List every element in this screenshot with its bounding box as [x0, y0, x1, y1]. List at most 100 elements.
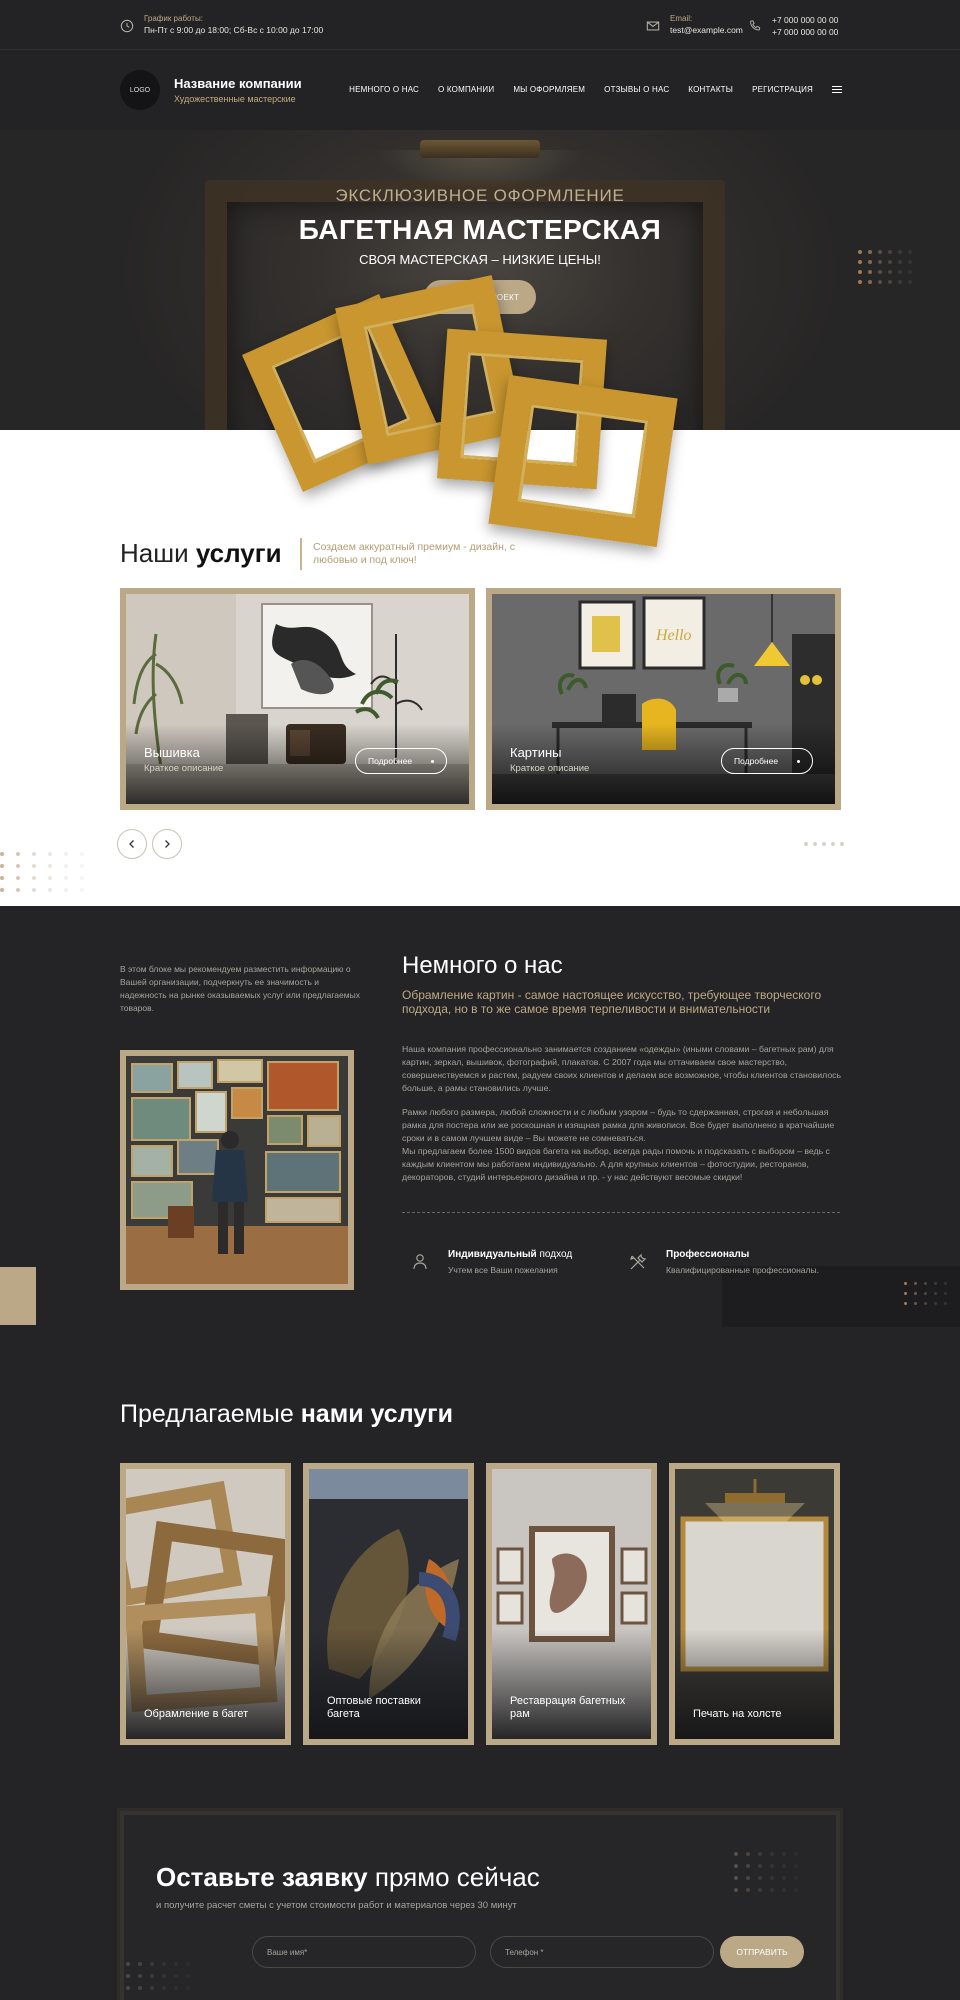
about-dots-decoration: [904, 1282, 947, 1305]
offered-card-canvas-print[interactable]: Печать на холсте: [669, 1463, 840, 1745]
offered-card-title: Печать на холсте: [693, 1708, 782, 1720]
services-note: Создаем аккуратный премиум - дизайн, с л…: [313, 541, 516, 566]
top-bar: График работы: Пн-Пт с 9:00 до 18:00; Сб…: [0, 0, 960, 50]
offered-card-restoration[interactable]: Реставрация багетных рам: [486, 1463, 657, 1745]
nav-about-us[interactable]: НЕМНОГО О НАС: [349, 85, 419, 94]
carousel-prev-button[interactable]: [117, 829, 147, 859]
nav-reviews[interactable]: ОТЗЫВЫ О НАС: [604, 85, 669, 94]
logo[interactable]: LOGO: [120, 70, 160, 110]
email-info: Email: test@example.com: [646, 14, 743, 36]
feature-title: Профессионалы: [666, 1249, 819, 1260]
hero-dots-decoration: [858, 250, 912, 284]
offered-card-framing[interactable]: Обрамление в багет: [120, 1463, 291, 1745]
card-shade: [126, 1629, 285, 1739]
pager-dot[interactable]: [840, 842, 844, 846]
feature-title: Индивидуальный подход: [448, 1249, 572, 1260]
email-label: Email:: [670, 14, 693, 23]
phone-input[interactable]: Телефон *: [490, 1936, 714, 1968]
schedule-info: График работы: Пн-Пт с 9:00 до 18:00; Сб…: [120, 14, 323, 36]
phone-icon: [750, 20, 761, 31]
gold-decor-block: [0, 1267, 36, 1325]
email-link[interactable]: test@example.com: [670, 24, 743, 36]
mail-icon: [646, 21, 660, 31]
name-input[interactable]: Ваше имя*: [252, 1936, 476, 1968]
hero-eyebrow: ЭКСКЛЮЗИВНОЕ ОФОРМЛЕНИЕ: [335, 186, 625, 205]
more-button[interactable]: Подробнее: [721, 748, 813, 774]
about-paragraph-3: Мы предлагаем более 1500 видов багета на…: [402, 1146, 830, 1182]
carousel-pager: [804, 842, 844, 846]
about-side-text: В этом блоке мы рекомендуем разместить и…: [120, 964, 360, 1013]
feature-title-bold: Индивидуальный: [448, 1249, 537, 1260]
about-gallery-image: [120, 1050, 354, 1290]
feature-title-bold: Профессионалы: [666, 1249, 750, 1260]
offered-card-title: Обрамление в багет: [144, 1708, 249, 1720]
pager-dot[interactable]: [813, 842, 817, 846]
hero-subtitle: СВОЯ МАСТЕРСКАЯ – НИЗКИЕ ЦЕНЫ!: [359, 252, 601, 267]
more-button[interactable]: Подробнее: [355, 748, 447, 774]
offered-services-heading: Предлагаемые нами услуги: [120, 1400, 453, 1429]
cta-title-bold: Оставьте заявку: [156, 1862, 368, 1892]
cta-title-rest: прямо сейчас: [367, 1862, 540, 1892]
more-button-label: Подробнее: [734, 756, 779, 766]
offered-heading-bold: нами услуги: [300, 1400, 453, 1428]
dot-icon: [797, 759, 800, 763]
services-dots-decoration: [0, 852, 84, 892]
dot-icon: [431, 759, 434, 763]
pager-dot[interactable]: [822, 842, 826, 846]
burger-menu-icon[interactable]: [832, 85, 842, 94]
phone-link-2[interactable]: +7 000 000 00 00: [772, 26, 838, 38]
clock-icon: [120, 19, 134, 33]
cta-subtitle: и получите расчет сметы с учетом стоимос…: [156, 1900, 517, 1911]
card-shade: [309, 1629, 468, 1739]
offered-card-title: Реставрация багетных рам: [510, 1695, 626, 1720]
offered-card-wholesale[interactable]: Оптовые поставки багета: [303, 1463, 474, 1745]
feature-desc: Квалифицированные профессионалы.: [666, 1265, 819, 1275]
phone-link-1[interactable]: +7 000 000 00 00: [772, 14, 838, 26]
offered-heading-light: Предлагаемые: [120, 1400, 294, 1428]
services-heading: Наши услуги: [120, 538, 282, 569]
cta-dots-decoration-left: [126, 1962, 190, 1990]
chevron-left-icon: [129, 840, 134, 848]
hero-title: БАГЕТНАЯ МАСТЕРСКАЯ: [298, 214, 662, 245]
main-nav: НЕМНОГО О НАС О КОМПАНИИ МЫ ОФОРМЛЯЕМ ОТ…: [349, 85, 842, 94]
page: График работы: Пн-Пт с 9:00 до 18:00; Сб…: [0, 0, 960, 2000]
feature-professionals: Профессионалы Квалифицированные професси…: [628, 1249, 819, 1275]
tools-icon: [630, 1253, 647, 1270]
svg-text:Hello: Hello: [655, 627, 692, 644]
pager-dot[interactable]: [804, 842, 808, 846]
company-name: Название компании: [174, 76, 302, 91]
about-paragraph-1: Наша компания профессионально занимается…: [402, 1044, 842, 1093]
services-heading-bold: услуги: [195, 538, 282, 568]
about-title: Немного о нас: [402, 952, 563, 979]
cta-title: Оставьте заявку прямо сейчас: [156, 1862, 540, 1893]
offered-card-title: Оптовые поставки багета: [327, 1695, 421, 1720]
feature-desc: Учтем все Ваши пожелания: [448, 1265, 558, 1275]
carousel-next-button[interactable]: [152, 829, 182, 859]
schedule-label: График работы:: [144, 14, 203, 23]
person-icon: [413, 1254, 427, 1270]
card-shade: [675, 1629, 834, 1739]
chevron-right-icon: [165, 840, 170, 848]
about-subtitle: Обрамление картин - самое настоящее иску…: [402, 988, 822, 1016]
send-button[interactable]: ОТПРАВИТЬ: [720, 1936, 804, 1968]
company-tagline: Художественные мастерские: [174, 94, 296, 104]
more-button-label: Подробнее: [368, 756, 413, 766]
service-card-title: Вышивка: [144, 745, 200, 760]
nav-we-frame[interactable]: МЫ ОФОРМЛЯЕМ: [513, 85, 585, 94]
gilded-frames-illustration: [240, 275, 680, 560]
pager-dot[interactable]: [831, 842, 835, 846]
services-divider: [300, 538, 302, 570]
hero-picture-lamp: [420, 140, 540, 158]
nav-registration[interactable]: РЕГИСТРАЦИЯ: [752, 85, 813, 94]
cta-dots-decoration: [734, 1852, 798, 1892]
nav-contacts[interactable]: КОНТАКТЫ: [688, 85, 733, 94]
feature-individual: Индивидуальный подход Учтем все Ваши пож…: [410, 1249, 572, 1275]
about-paragraph-2: Рамки любого размера, любой сложности и …: [402, 1107, 835, 1143]
about-divider: [402, 1212, 840, 1213]
nav-company[interactable]: О КОМПАНИИ: [438, 85, 494, 94]
service-card-embroidery[interactable]: Вышивка Краткое описание Подробнее: [120, 588, 475, 810]
schedule-value: Пн-Пт с 9:00 до 18:00; Сб-Вс с 10:00 до …: [144, 25, 324, 35]
service-card-paintings[interactable]: Hello Картины Краткое описание Подробнее: [486, 588, 841, 810]
services-heading-light: Наши: [120, 538, 189, 568]
service-card-desc: Краткое описание: [144, 763, 224, 774]
